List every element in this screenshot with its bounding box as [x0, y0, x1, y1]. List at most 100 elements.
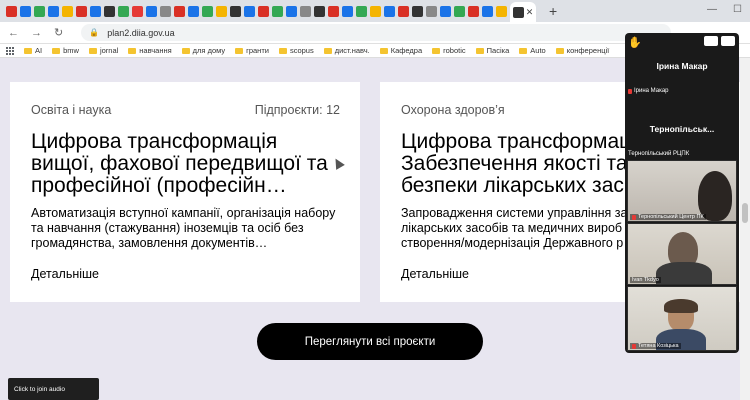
muted-mic-icon [632, 343, 636, 349]
tab-favicon-icon[interactable] [398, 5, 409, 17]
maximize-icon[interactable]: ☐ [733, 4, 742, 15]
bookmark-jornal[interactable]: jornal [88, 46, 118, 55]
folder-icon [88, 47, 97, 54]
group-name: Тернопільськ... [649, 124, 715, 134]
tab-favicon-icon[interactable] [202, 5, 213, 17]
tab-favicon-icon[interactable] [160, 5, 171, 17]
tab-favicon-icon[interactable] [384, 5, 395, 17]
window-controls: — ☐ [707, 4, 742, 15]
card-title: Цифрова трансформація вищої, фахової пер… [31, 131, 328, 197]
folder-icon [128, 47, 137, 54]
new-tab-icon[interactable]: + [549, 3, 557, 19]
tab-favicon-icon[interactable] [356, 5, 367, 17]
close-tab-icon[interactable]: ✕ [526, 7, 534, 18]
active-tab[interactable]: ✕ [510, 2, 536, 22]
bookmark-pasika[interactable]: Пасіка [475, 46, 509, 55]
tab-favicon-icon[interactable] [174, 5, 185, 17]
folder-icon [475, 47, 484, 54]
tab-favicon-icon[interactable] [300, 5, 311, 17]
tab-favicon-icon[interactable] [90, 5, 101, 17]
tab-favicon-icon[interactable] [482, 5, 493, 17]
folder-icon [24, 47, 32, 54]
tab-favicon-icon[interactable] [146, 5, 157, 17]
back-icon[interactable]: ← [8, 27, 19, 39]
card-subprojects: Підпроєкти: 12 [254, 103, 340, 117]
card-category: Освіта і наука [31, 103, 112, 117]
scrollbar[interactable] [740, 58, 750, 400]
folder-icon [519, 47, 528, 54]
participant-label: Тетяна Козіцька [630, 343, 681, 349]
tab-favicon-icon[interactable] [496, 5, 507, 17]
tab-favicon-icon[interactable] [454, 5, 465, 17]
participant-hair [664, 299, 698, 313]
tab-favicon-icon[interactable] [328, 5, 339, 17]
bookmark-auto[interactable]: Auto [519, 46, 546, 55]
tab-favicon-icon[interactable] [468, 5, 479, 17]
raised-hand-icon: ✋ [628, 37, 642, 49]
bookmark-konferentsii[interactable]: конференції [555, 46, 609, 55]
tab-favicon-icon[interactable] [230, 5, 241, 17]
bookmark-ai[interactable]: AI [24, 46, 42, 55]
bookmark-dyst-navch[interactable]: дист.навч. [323, 46, 370, 55]
group-label: Тернопільський РЦПК [628, 151, 690, 157]
details-link[interactable]: Детальніше [31, 267, 340, 281]
tab-favicon-icon[interactable] [286, 5, 297, 17]
reload-icon[interactable]: ↻ [54, 26, 63, 39]
scrollbar-thumb[interactable] [742, 203, 748, 223]
bookmark-navchannia[interactable]: навчання [128, 46, 172, 55]
muted-mic-icon [632, 214, 636, 220]
bookmark-kafedra[interactable]: Кафедра [379, 46, 422, 55]
panel-layout-icon[interactable] [704, 36, 718, 46]
tab-favicon-icon[interactable] [76, 5, 87, 17]
tab-favicon-icon[interactable] [216, 5, 227, 17]
folder-icon [323, 47, 332, 54]
tab-favicon-icon[interactable] [118, 5, 129, 17]
card-category: Охорона здоров’я [401, 103, 505, 117]
tab-favicon-icon[interactable] [258, 5, 269, 17]
join-audio-toast[interactable]: Click to join audio [8, 378, 99, 400]
tab-favicon-icon[interactable] [272, 5, 283, 17]
tab-favicon-icon[interactable] [412, 5, 423, 17]
project-card[interactable]: Освіта і наука Підпроєкти: 12 Цифрова тр… [10, 82, 360, 302]
card-description: Автоматизація вступної кампанії, організ… [31, 206, 336, 250]
tab-favicon-icon[interactable] [188, 5, 199, 17]
forward-icon[interactable]: → [31, 27, 42, 39]
minimize-icon[interactable]: — [707, 4, 717, 15]
folder-icon [432, 47, 441, 54]
apps-grid-icon[interactable] [6, 46, 14, 55]
participant-label: Тернопільський Центр ПК [630, 214, 706, 220]
tab-favicon-icon[interactable] [132, 5, 143, 17]
participant-video-tile[interactable]: Ivan Tkdyo [627, 223, 737, 285]
video-call-panel: ✋ Ірина Макар Ірина Макар Тернопільськ..… [625, 33, 739, 353]
bookmark-robotic[interactable]: robotic [432, 46, 466, 55]
tab-favicon-icon[interactable] [342, 5, 353, 17]
tab-bar: ✕ + [0, 0, 750, 22]
view-all-projects-button[interactable]: Переглянути всі проєкти [257, 323, 483, 360]
tab-favicon-icon[interactable] [370, 5, 381, 17]
bookmark-bmw[interactable]: bmw [52, 46, 79, 55]
tab-favicon-icon[interactable] [314, 5, 325, 17]
tab-favicon-icon[interactable] [6, 5, 17, 17]
url-field[interactable]: 🔒 plan2.diia.gov.ua [81, 24, 672, 41]
tab-favicon-icon[interactable] [104, 5, 115, 17]
tab-favicon-icon[interactable] [62, 5, 73, 17]
tab-favicon-icon[interactable] [440, 5, 451, 17]
participant-video-tile[interactable]: Тернопільський Центр ПК [627, 160, 737, 222]
panel-minimize-icon[interactable] [721, 36, 735, 46]
participant-label: Ivan Tkdyo [630, 277, 661, 283]
bookmark-granty[interactable]: гранти [235, 46, 269, 55]
tab-favicon-icon[interactable] [48, 5, 59, 17]
tab-favicon-icon[interactable] [34, 5, 45, 17]
lock-icon: 🔒 [89, 28, 100, 37]
bookmark-dlia-domu[interactable]: для дому [181, 46, 225, 55]
bookmark-scopus[interactable]: scopus [278, 46, 314, 55]
tab-favicon-icon[interactable] [20, 5, 31, 17]
host-name: Ірина Макар [656, 61, 708, 71]
folder-icon [181, 47, 190, 54]
url-text: plan2.diia.gov.ua [107, 27, 175, 38]
folder-icon [278, 47, 287, 54]
folder-icon [555, 47, 564, 54]
participant-video-tile[interactable]: Тетяна Козіцька [627, 286, 737, 351]
tab-favicon-icon[interactable] [426, 5, 437, 17]
tab-favicon-icon[interactable] [244, 5, 255, 17]
